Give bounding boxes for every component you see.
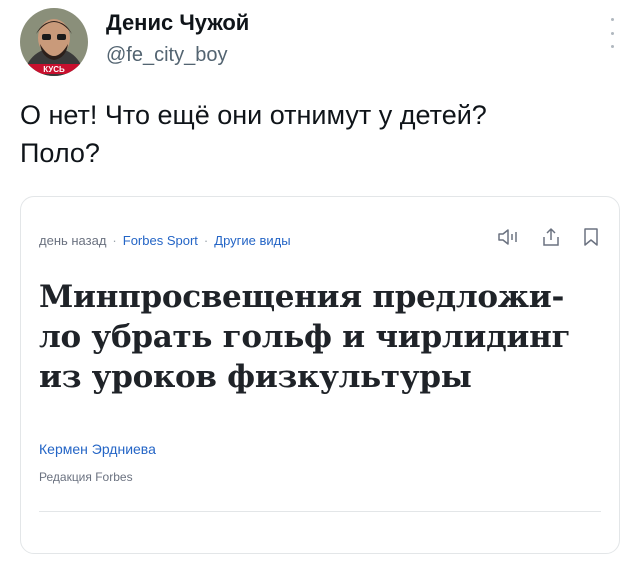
article-author: Кермен Эрдниева <box>39 441 156 457</box>
article-author-role: Редакция Forbes <box>39 470 133 484</box>
tweet-text-line-1: О нет! Что ещё они отнимут у детей? <box>20 100 487 130</box>
article-headline: Минпросвещения предложи- ло убрать гольф… <box>39 277 609 397</box>
article-category-link: Другие виды <box>214 233 291 248</box>
author-name[interactable]: Денис Чужой <box>106 10 249 36</box>
share-icon <box>541 227 561 247</box>
avatar-badge-text: КУСЬ <box>43 65 65 74</box>
article-time: день назад <box>39 233 107 248</box>
headline-line-2: ло убрать гольф и чирлидинг <box>39 319 571 355</box>
author-handle[interactable]: @fe_city_boy <box>106 44 227 67</box>
more-vertical-icon[interactable] <box>606 18 618 48</box>
listen-icon <box>497 227 519 247</box>
tweet-text: О нет! Что ещё они отнимут у детей? Поло… <box>20 96 620 172</box>
article-source-link: Forbes Sport <box>122 233 198 248</box>
article-actions <box>497 227 599 247</box>
avatar[interactable]: КУСЬ <box>20 8 88 76</box>
tweet-text-line-2: Поло? <box>20 138 100 168</box>
card-divider <box>39 511 601 512</box>
headline-line-1: Минпросвещения предложи- <box>39 279 565 315</box>
headline-line-3: из уроков физкультуры <box>39 359 472 395</box>
bookmark-icon <box>583 227 599 247</box>
article-meta: день назад · Forbes Sport · Другие виды <box>39 233 291 248</box>
attached-article-screenshot[interactable]: день назад · Forbes Sport · Другие виды Минп… <box>20 196 620 554</box>
